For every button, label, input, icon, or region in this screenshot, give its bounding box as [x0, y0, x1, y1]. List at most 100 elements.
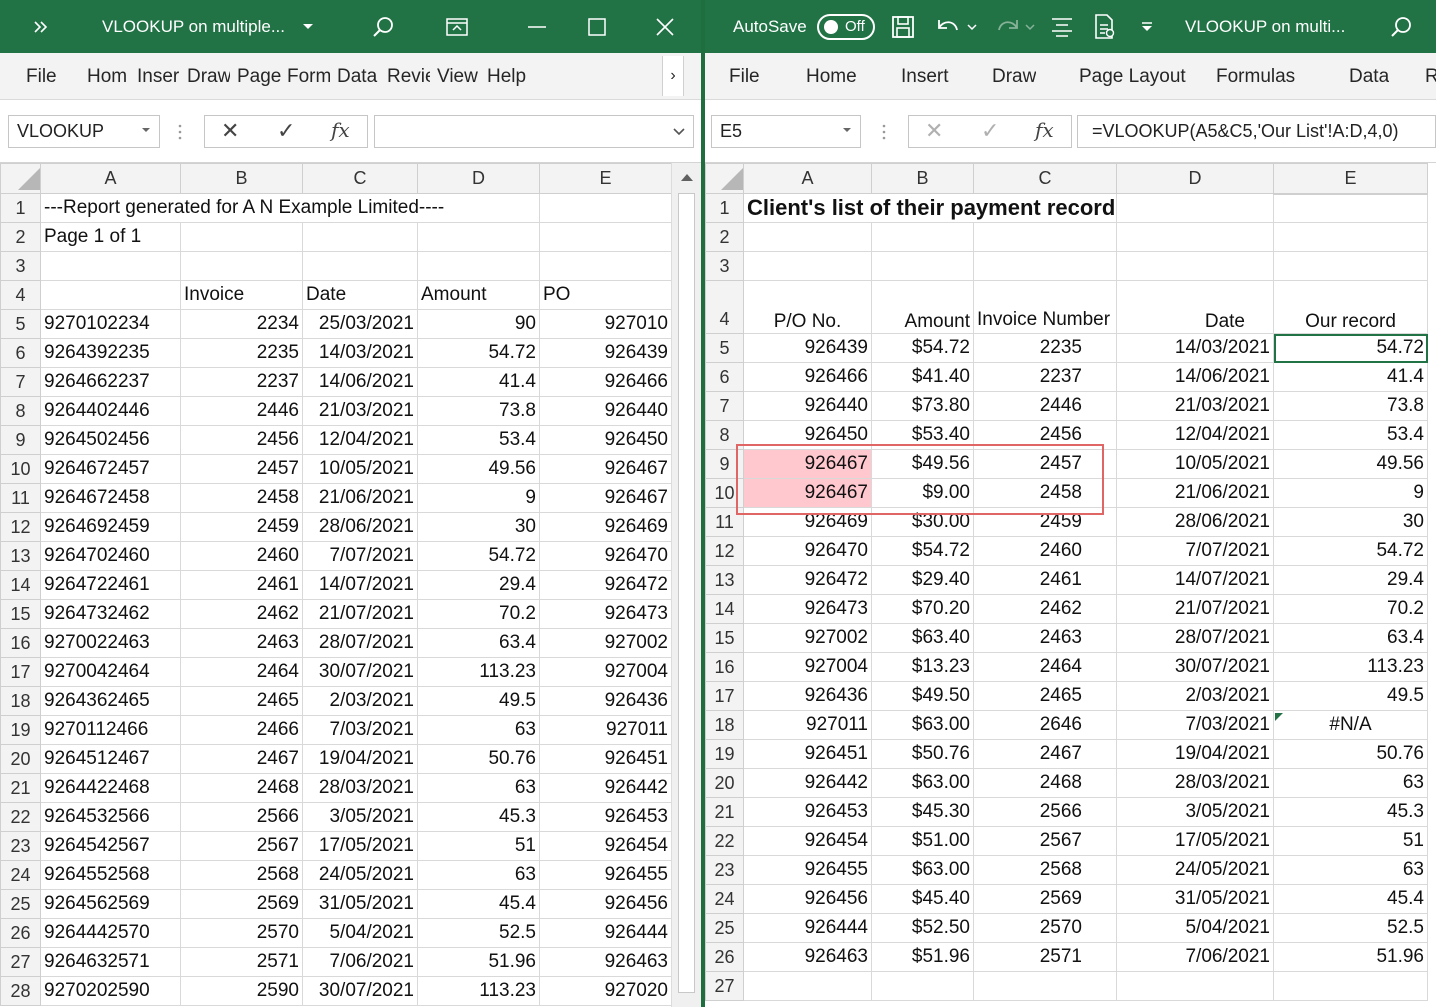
cell-e[interactable]: 926436: [539, 686, 672, 716]
cell-e[interactable]: 927004: [539, 657, 672, 687]
autosave-toggle[interactable]: Off: [817, 0, 875, 53]
cell-a[interactable]: 926454: [743, 826, 872, 856]
cell-b[interactable]: $51.00: [871, 826, 974, 856]
cell-c[interactable]: 12/04/2021: [302, 425, 418, 455]
cell-b[interactable]: 2465: [180, 686, 303, 716]
tab-page-layout[interactable]: Page Layout: [1079, 53, 1186, 100]
row-header[interactable]: 11: [0, 483, 41, 513]
row-header[interactable]: 16: [0, 628, 41, 658]
cell-c[interactable]: 3/05/2021: [302, 802, 418, 832]
cell-e[interactable]: 113.23: [1273, 652, 1428, 682]
cell-c[interactable]: [302, 222, 418, 252]
cell-d[interactable]: 14/03/2021: [1116, 333, 1274, 363]
cell-d[interactable]: 21/03/2021: [1116, 391, 1274, 421]
cell-a[interactable]: 9264552568: [40, 860, 181, 890]
header-date[interactable]: Date: [1116, 280, 1274, 334]
expand-formula-bar-icon[interactable]: [673, 128, 685, 136]
cell-a[interactable]: 9264532566: [40, 802, 181, 832]
cell-b[interactable]: [180, 251, 303, 281]
row-header[interactable]: 13: [705, 565, 744, 595]
cell-d[interactable]: 51: [417, 831, 540, 861]
header-invoice-number[interactable]: Invoice Number: [973, 280, 1117, 334]
tab-review[interactable]: R: [1425, 53, 1436, 100]
cell-c[interactable]: 2457: [973, 449, 1117, 479]
cell-d[interactable]: 30: [417, 512, 540, 542]
cell-b[interactable]: 2461: [180, 570, 303, 600]
cell-e[interactable]: 41.4: [1273, 362, 1428, 392]
cell[interactable]: [1116, 193, 1274, 223]
cell-b[interactable]: [180, 222, 303, 252]
cell-e[interactable]: 926466: [539, 367, 672, 397]
cell[interactable]: [871, 251, 974, 281]
cell-d[interactable]: 63: [417, 715, 540, 745]
cell-a[interactable]: 926455: [743, 855, 872, 885]
cell-a[interactable]: 9264512467: [40, 744, 181, 774]
cell-a[interactable]: 9264732462: [40, 599, 181, 629]
cell-b[interactable]: $52.50: [871, 913, 974, 943]
row-header[interactable]: 5: [705, 333, 744, 363]
cell-d[interactable]: 30/07/2021: [1116, 652, 1274, 682]
sheet-title-cell[interactable]: Client's list of their payment records: [743, 193, 1117, 223]
cell-a[interactable]: 9264392235: [40, 338, 181, 368]
cell-d[interactable]: 63: [417, 860, 540, 890]
cell-d[interactable]: [417, 222, 540, 252]
row-header[interactable]: 3: [705, 251, 744, 281]
cell-e[interactable]: 30: [1273, 507, 1428, 537]
row-header[interactable]: 19: [0, 715, 41, 745]
tab-data[interactable]: Data: [1349, 53, 1389, 100]
header-our-record[interactable]: Our record: [1273, 280, 1428, 334]
cell-b[interactable]: 2459: [180, 512, 303, 542]
cell-b[interactable]: $45.30: [871, 797, 974, 827]
cell-d[interactable]: [1116, 971, 1274, 1001]
cell-a[interactable]: 926463: [743, 942, 872, 972]
cell-a[interactable]: 926470: [743, 536, 872, 566]
cell-a[interactable]: 9270022463: [40, 628, 181, 658]
tab-home[interactable]: Hom: [87, 53, 131, 100]
row-header[interactable]: 27: [705, 971, 744, 1001]
cell-e[interactable]: 926454: [539, 831, 672, 861]
row-header[interactable]: 5: [0, 309, 41, 339]
cell-a[interactable]: 927002: [743, 623, 872, 653]
cell-d[interactable]: 17/05/2021: [1116, 826, 1274, 856]
cell-d[interactable]: 5/04/2021: [1116, 913, 1274, 943]
cell-b[interactable]: $41.40: [871, 362, 974, 392]
row-header[interactable]: 16: [705, 652, 744, 682]
header-amount[interactable]: Amount: [871, 280, 974, 334]
cell-e[interactable]: 926442: [539, 773, 672, 803]
cell-a[interactable]: [40, 251, 181, 281]
cell-e[interactable]: 927020: [539, 976, 672, 1006]
cell-c[interactable]: 17/05/2021: [302, 831, 418, 861]
cell-b[interactable]: $50.76: [871, 739, 974, 769]
cell-d[interactable]: 7/07/2021: [1116, 536, 1274, 566]
cell-b[interactable]: 2460: [180, 541, 303, 571]
cell-d[interactable]: 54.72: [417, 541, 540, 571]
row-header[interactable]: 14: [0, 570, 41, 600]
cell-d[interactable]: 53.4: [417, 425, 540, 455]
cell-b[interactable]: 2566: [180, 802, 303, 832]
row-header[interactable]: 18: [0, 686, 41, 716]
cell-c[interactable]: 14/07/2021: [302, 570, 418, 600]
cell-d[interactable]: 21/07/2021: [1116, 594, 1274, 624]
cell-a[interactable]: 9270102234: [40, 309, 181, 339]
cell-a[interactable]: 9264692459: [40, 512, 181, 542]
row-header[interactable]: 8: [705, 420, 744, 450]
row-header[interactable]: 15: [0, 599, 41, 629]
cell-c[interactable]: 2237: [973, 362, 1117, 392]
formula-input[interactable]: =VLOOKUP(A5&C5,'Our List'!A:D,4,0): [1077, 115, 1436, 148]
cell-e[interactable]: 927011: [539, 715, 672, 745]
save-icon[interactable]: [891, 0, 915, 53]
cell-e[interactable]: 926473: [539, 599, 672, 629]
column-header-c[interactable]: C: [973, 163, 1117, 194]
ribbon-scroll-right-icon[interactable]: ›: [662, 56, 684, 96]
cell-b[interactable]: $63.00: [871, 768, 974, 798]
row-header[interactable]: 14: [705, 594, 744, 624]
cell-d[interactable]: 50.76: [417, 744, 540, 774]
cell[interactable]: [1273, 222, 1428, 252]
row-header[interactable]: 21: [0, 773, 41, 803]
cell-a[interactable]: 926450: [743, 420, 872, 450]
title-dropdown-icon[interactable]: [302, 0, 314, 53]
row-header[interactable]: 3: [0, 251, 41, 281]
cell-d[interactable]: 28/07/2021: [1116, 623, 1274, 653]
row-header[interactable]: 25: [0, 889, 41, 919]
tab-file[interactable]: File: [26, 53, 66, 100]
